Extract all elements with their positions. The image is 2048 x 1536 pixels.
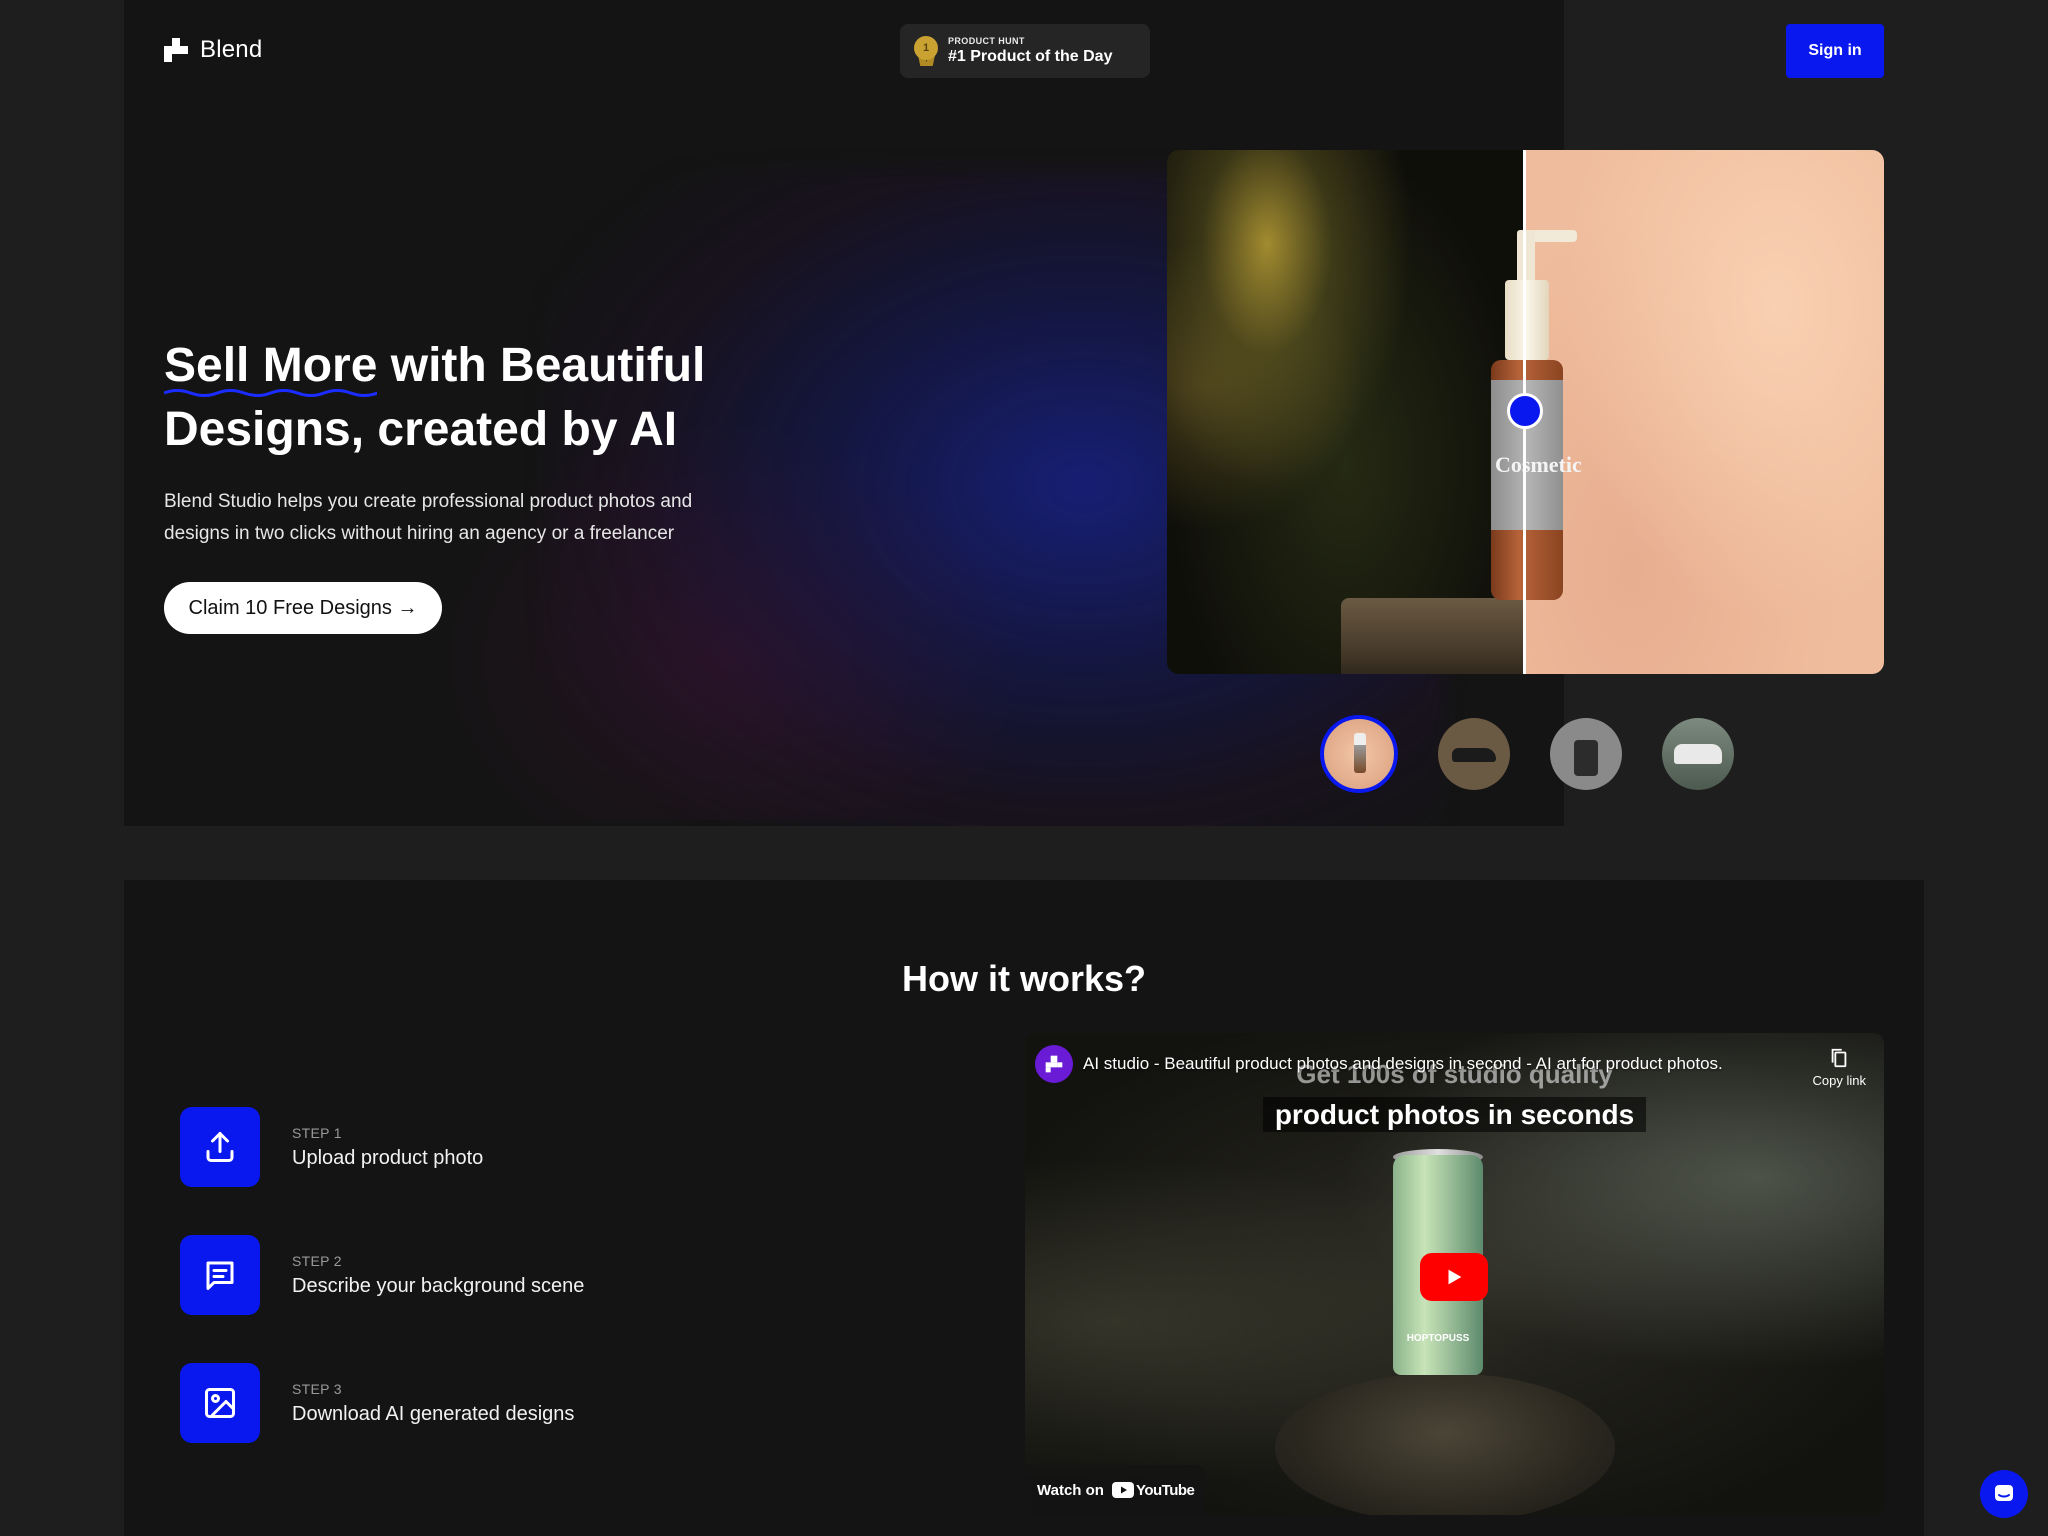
- youtube-video-embed[interactable]: HOPTOPUSS Get 100s of studio quality pro…: [1025, 1033, 1884, 1515]
- video-title[interactable]: AI studio - Beautiful product photos and…: [1083, 1054, 1723, 1074]
- image-icon: [180, 1363, 260, 1443]
- rock-pedestal: [1341, 598, 1524, 674]
- youtube-logo-icon: YouTube: [1111, 1481, 1195, 1499]
- blend-logo-icon: [164, 38, 188, 62]
- bottle-label-text: Cosmetic: [1495, 452, 1582, 477]
- hero-title-highlight: Sell More: [164, 339, 378, 397]
- upload-icon: [180, 1107, 260, 1187]
- step-2-label: STEP 2: [292, 1252, 342, 1269]
- step-1: STEP 1 Upload product photo: [180, 1107, 483, 1187]
- thumbnail-plant-pot[interactable]: [1550, 718, 1622, 790]
- channel-avatar[interactable]: [1035, 1045, 1073, 1083]
- step-3: STEP 3 Download AI generated designs: [180, 1363, 574, 1443]
- video-rock: [1275, 1373, 1615, 1515]
- thumbnail-shoe[interactable]: [1438, 718, 1510, 790]
- squiggle-underline-icon: [164, 389, 378, 397]
- copy-link-button[interactable]: Copy link: [1813, 1047, 1866, 1088]
- comparison-slider-handle[interactable]: [1507, 393, 1543, 429]
- claim-free-designs-button[interactable]: Claim 10 Free Designs →: [164, 582, 442, 634]
- play-icon: [1448, 1269, 1462, 1285]
- before-after-comparison[interactable]: Cosmetic: [1167, 150, 1884, 674]
- step-2: STEP 2 Describe your background scene: [180, 1235, 584, 1315]
- play-button[interactable]: [1420, 1253, 1488, 1301]
- badge-title: #1 Product of the Day: [948, 48, 1113, 65]
- thumbnail-cosmetic[interactable]: [1320, 715, 1398, 793]
- copy-icon: [1831, 1048, 1847, 1068]
- badge-caption: PRODUCT HUNT: [948, 36, 1025, 46]
- video-title-bar: AI studio - Beautiful product photos and…: [1035, 1045, 1723, 1083]
- video-overlay-line-2: product photos in seconds: [1025, 1097, 1884, 1132]
- blend-logo[interactable]: Blend: [164, 36, 262, 64]
- how-it-works-title: How it works?: [901, 958, 1147, 999]
- watch-on-youtube-button[interactable]: Watch on YouTube: [1025, 1465, 1207, 1515]
- step-1-label: STEP 1: [292, 1124, 342, 1141]
- logo-text: Blend: [200, 36, 263, 63]
- youtube-wordmark: YouTube: [1135, 1481, 1195, 1499]
- step-3-label: STEP 3: [292, 1380, 342, 1397]
- chat-widget-button[interactable]: [1980, 1470, 2028, 1518]
- hero-glow-secondary: [424, 420, 1024, 820]
- can-label: HOPTOPUSS: [1406, 1333, 1470, 1344]
- product-hunt-badge[interactable]: 1 PRODUCT HUNT #1 Product of the Day: [900, 24, 1150, 78]
- hero-subtitle: Blend Studio helps you create profession…: [164, 491, 693, 544]
- thumbnail-car[interactable]: [1662, 718, 1734, 790]
- watch-on-label: Watch on: [1037, 1481, 1104, 1499]
- step-1-text: Upload product photo: [292, 1146, 484, 1169]
- step-2-text: Describe your background scene: [292, 1274, 585, 1297]
- product-thumbnails: [1320, 715, 1734, 793]
- chat-icon: [1995, 1485, 2013, 1501]
- message-icon: [180, 1235, 260, 1315]
- medal-icon: 1: [914, 36, 938, 66]
- copy-link-label: Copy link: [1812, 1073, 1866, 1088]
- original-photo-side: [1167, 150, 1524, 674]
- step-3-text: Download AI generated designs: [292, 1402, 575, 1425]
- sign-in-button[interactable]: Sign in: [1786, 24, 1884, 78]
- hero-title: Sell More with Beautiful Designs, create…: [164, 339, 706, 456]
